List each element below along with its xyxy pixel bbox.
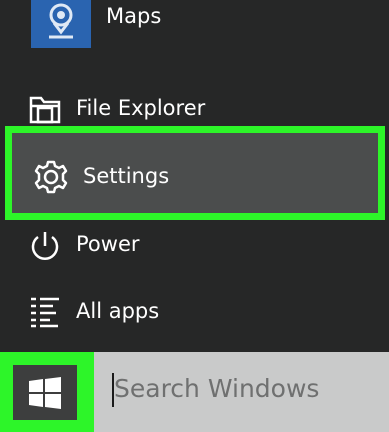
gear-icon <box>34 160 68 194</box>
taskbar: Search Windows <box>0 352 389 432</box>
map-pin-icon <box>49 3 73 39</box>
search-placeholder[interactable]: Search Windows <box>114 374 319 403</box>
menu-item-all-apps[interactable]: All apps <box>0 282 389 342</box>
folder-icon <box>29 96 61 124</box>
start-button-inner[interactable] <box>13 365 77 420</box>
maps-tile[interactable] <box>31 0 91 48</box>
pinned-apps-row: Maps <box>0 0 389 52</box>
search-box[interactable]: Search Windows <box>94 352 389 432</box>
list-icon <box>31 297 59 328</box>
menu-item-settings[interactable]: Settings <box>5 126 385 220</box>
start-button[interactable] <box>0 352 94 432</box>
menu-item-label: File Explorer <box>76 96 206 120</box>
menu-item-label: Power <box>76 232 140 256</box>
menu-item-label: Settings <box>83 164 170 188</box>
menu-item-power[interactable]: Power <box>0 215 389 275</box>
maps-label[interactable]: Maps <box>106 4 161 28</box>
power-icon <box>31 232 59 260</box>
start-menu: Maps File Explorer Settings Power All ap… <box>0 0 389 352</box>
windows-logo-icon <box>29 376 61 409</box>
menu-item-label: All apps <box>76 299 160 323</box>
